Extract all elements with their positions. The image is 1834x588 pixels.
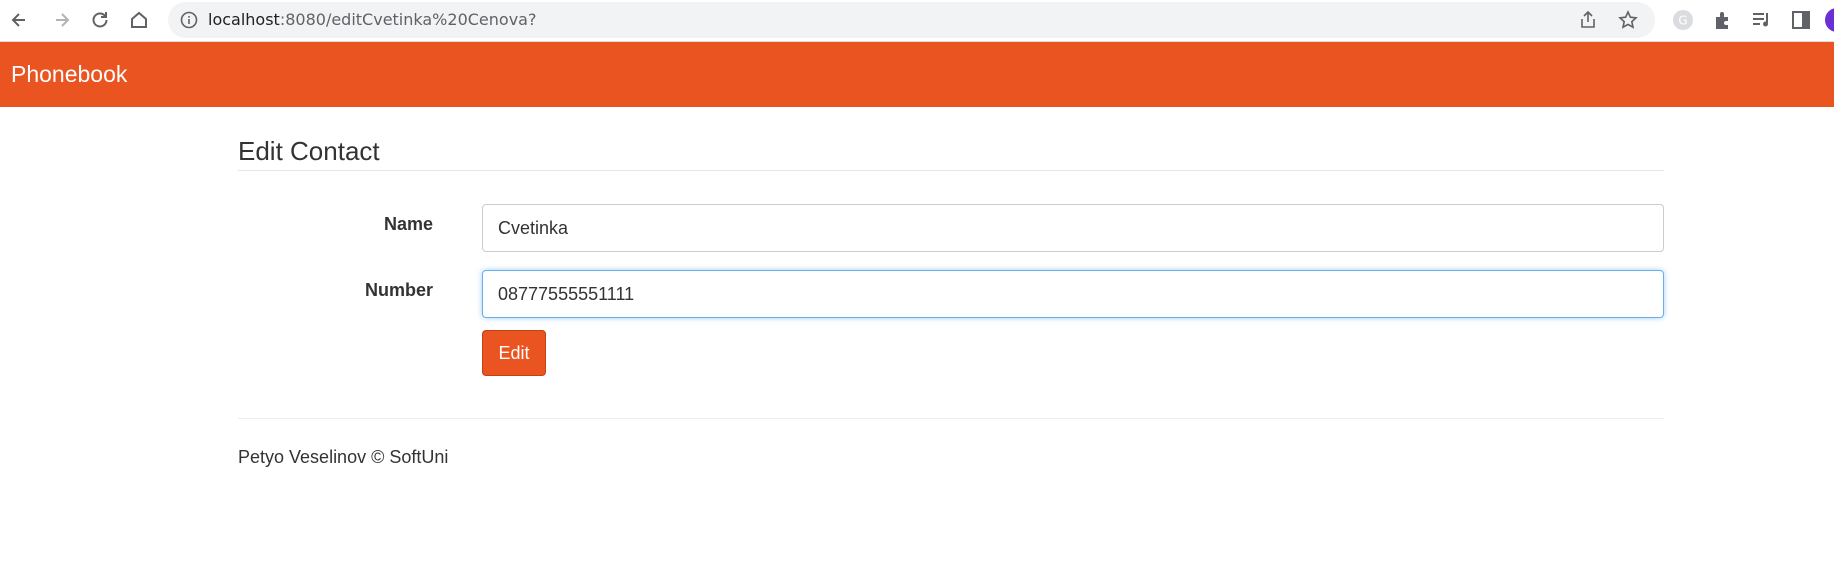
main-container: Edit Contact Name Number (238, 107, 1664, 328)
extensions-icon[interactable] (1712, 9, 1734, 31)
grammarly-icon[interactable]: G (1672, 9, 1694, 31)
browser-toolbar: localhost:8080/editCvetinka%20Cenova? G (0, 0, 1834, 42)
name-label: Name (383, 214, 433, 234)
navbar-brand[interactable]: Phonebook (11, 61, 127, 88)
url-path: :8080/editCvetinka%20Cenova? (279, 10, 537, 29)
number-label: Number (364, 280, 433, 300)
home-button[interactable] (124, 5, 154, 35)
share-icon[interactable] (1578, 10, 1598, 30)
number-row: Number (238, 262, 1664, 328)
info-icon[interactable] (180, 11, 198, 29)
profile-icon[interactable] (1825, 8, 1834, 32)
reload-button[interactable] (85, 5, 115, 35)
url-text[interactable]: localhost:8080/editCvetinka%20Cenova? (208, 10, 536, 29)
name-input[interactable] (482, 204, 1664, 252)
form-legend: Edit Contact (238, 137, 1664, 171)
media-icon[interactable] (1751, 9, 1773, 31)
back-button[interactable] (4, 5, 34, 35)
footer-divider (238, 418, 1664, 419)
name-row: Name (238, 196, 1664, 262)
reload-icon (92, 12, 108, 28)
url-host: localhost (208, 10, 280, 29)
number-input[interactable] (482, 270, 1664, 318)
home-icon (131, 11, 147, 28)
star-icon[interactable] (1618, 10, 1638, 30)
side-panel-icon[interactable] (1790, 9, 1812, 31)
forward-icon (56, 13, 70, 27)
address-bar[interactable]: localhost:8080/editCvetinka%20Cenova? (168, 2, 1655, 38)
forward-button[interactable] (47, 5, 77, 35)
edit-button[interactable]: Edit (482, 330, 546, 376)
navbar: Phonebook (0, 42, 1834, 107)
back-icon (11, 13, 25, 27)
svg-text:G: G (1678, 14, 1687, 28)
footer-text: Petyo Veselinov © SoftUni (238, 447, 449, 467)
